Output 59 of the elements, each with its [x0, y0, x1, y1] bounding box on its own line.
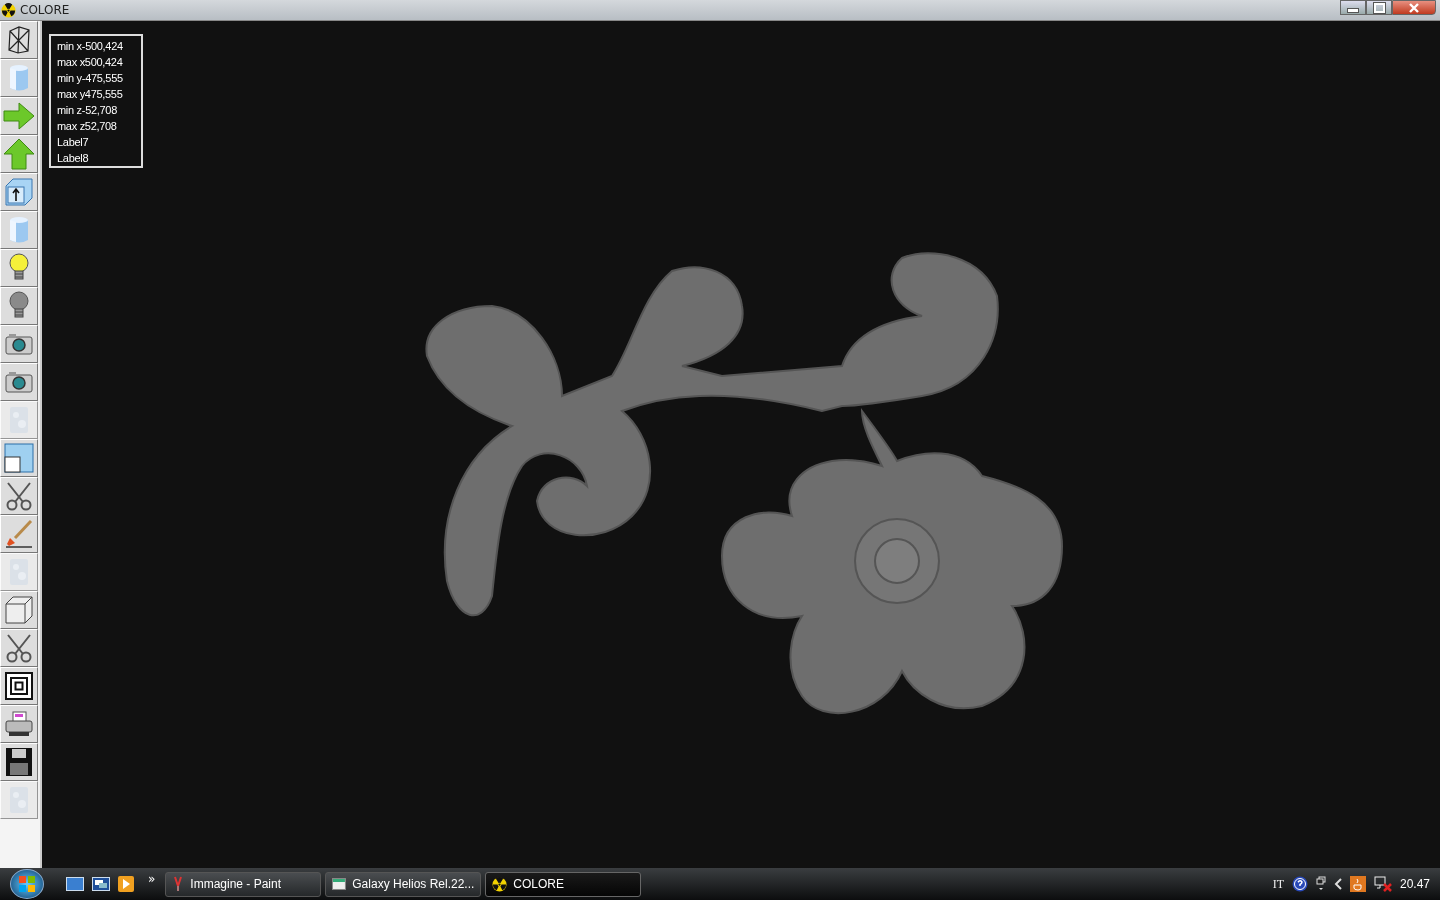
close-icon [1409, 2, 1419, 13]
cylinder-icon [7, 215, 31, 245]
cube-icon [4, 595, 34, 625]
chevron-left-icon[interactable] [1333, 878, 1342, 890]
start-button[interactable] [10, 869, 44, 899]
tool-button[interactable] [0, 629, 38, 667]
info-label: min x-500,424 [57, 39, 124, 54]
info-label: Label7 [57, 135, 90, 150]
tool-button[interactable] [0, 477, 38, 515]
box-arrow-icon [4, 177, 34, 207]
language-indicator[interactable]: IT [1272, 876, 1284, 892]
media-play-icon[interactable] [118, 876, 134, 892]
printer-icon [4, 710, 34, 738]
window-restore-icon[interactable] [1315, 876, 1326, 892]
concentric-squares-icon [5, 672, 33, 700]
clock[interactable]: 20.47 [1399, 877, 1430, 891]
tool-button[interactable] [0, 363, 38, 401]
window-split-icon [4, 443, 34, 473]
camera-icon [4, 332, 34, 356]
tool-button[interactable] [0, 667, 38, 705]
taskbar-button[interactable]: Immagine - Paint [165, 871, 322, 897]
cylinder-icon [7, 63, 31, 93]
close-button[interactable] [1392, 0, 1436, 15]
overflow-chevron[interactable]: » [148, 872, 156, 886]
help-icon[interactable] [1291, 876, 1308, 892]
tool-button[interactable] [0, 287, 38, 325]
tool-button[interactable] [0, 515, 38, 553]
light-bulb-icon [8, 253, 30, 283]
wireframe-box-icon [5, 25, 33, 55]
radiation-icon [1, 2, 16, 18]
info-label: max z52,708 [57, 119, 118, 134]
taskbar-button[interactable]: COLORE [485, 871, 642, 897]
restore-button[interactable] [1366, 0, 1392, 15]
windows-switch-icon[interactable] [92, 877, 110, 891]
info-label: max y475,555 [57, 87, 124, 102]
info-label: Label8 [57, 151, 90, 166]
desktop-icon[interactable] [66, 877, 84, 891]
taskbar-button[interactable]: Galaxy Helios Rel.22... [325, 871, 482, 897]
info-label: min z-52,708 [57, 103, 118, 118]
scissors-icon [4, 481, 34, 511]
tool-button[interactable] [0, 705, 38, 743]
light-bulb-icon [8, 291, 30, 321]
info-label: max x500,424 [57, 55, 124, 70]
tool-button[interactable] [0, 21, 38, 59]
tool-button[interactable] [0, 743, 38, 781]
info-label: min y-475,555 [57, 71, 124, 86]
network-disconnected-icon[interactable] [1373, 876, 1392, 892]
windows-logo-icon [18, 875, 36, 893]
tool-button[interactable] [0, 325, 38, 363]
window-title: COLORE [20, 3, 70, 17]
scissors-icon [4, 633, 34, 663]
arrow-right-icon [3, 102, 35, 130]
arrow-up-icon [3, 138, 35, 170]
window-app-icon [332, 878, 347, 890]
camera-icon [4, 370, 34, 394]
minimize-button[interactable] [1340, 0, 1366, 15]
radiation-icon [492, 876, 508, 892]
tool-button[interactable] [0, 173, 38, 211]
java-cup-icon[interactable] [1349, 876, 1366, 892]
